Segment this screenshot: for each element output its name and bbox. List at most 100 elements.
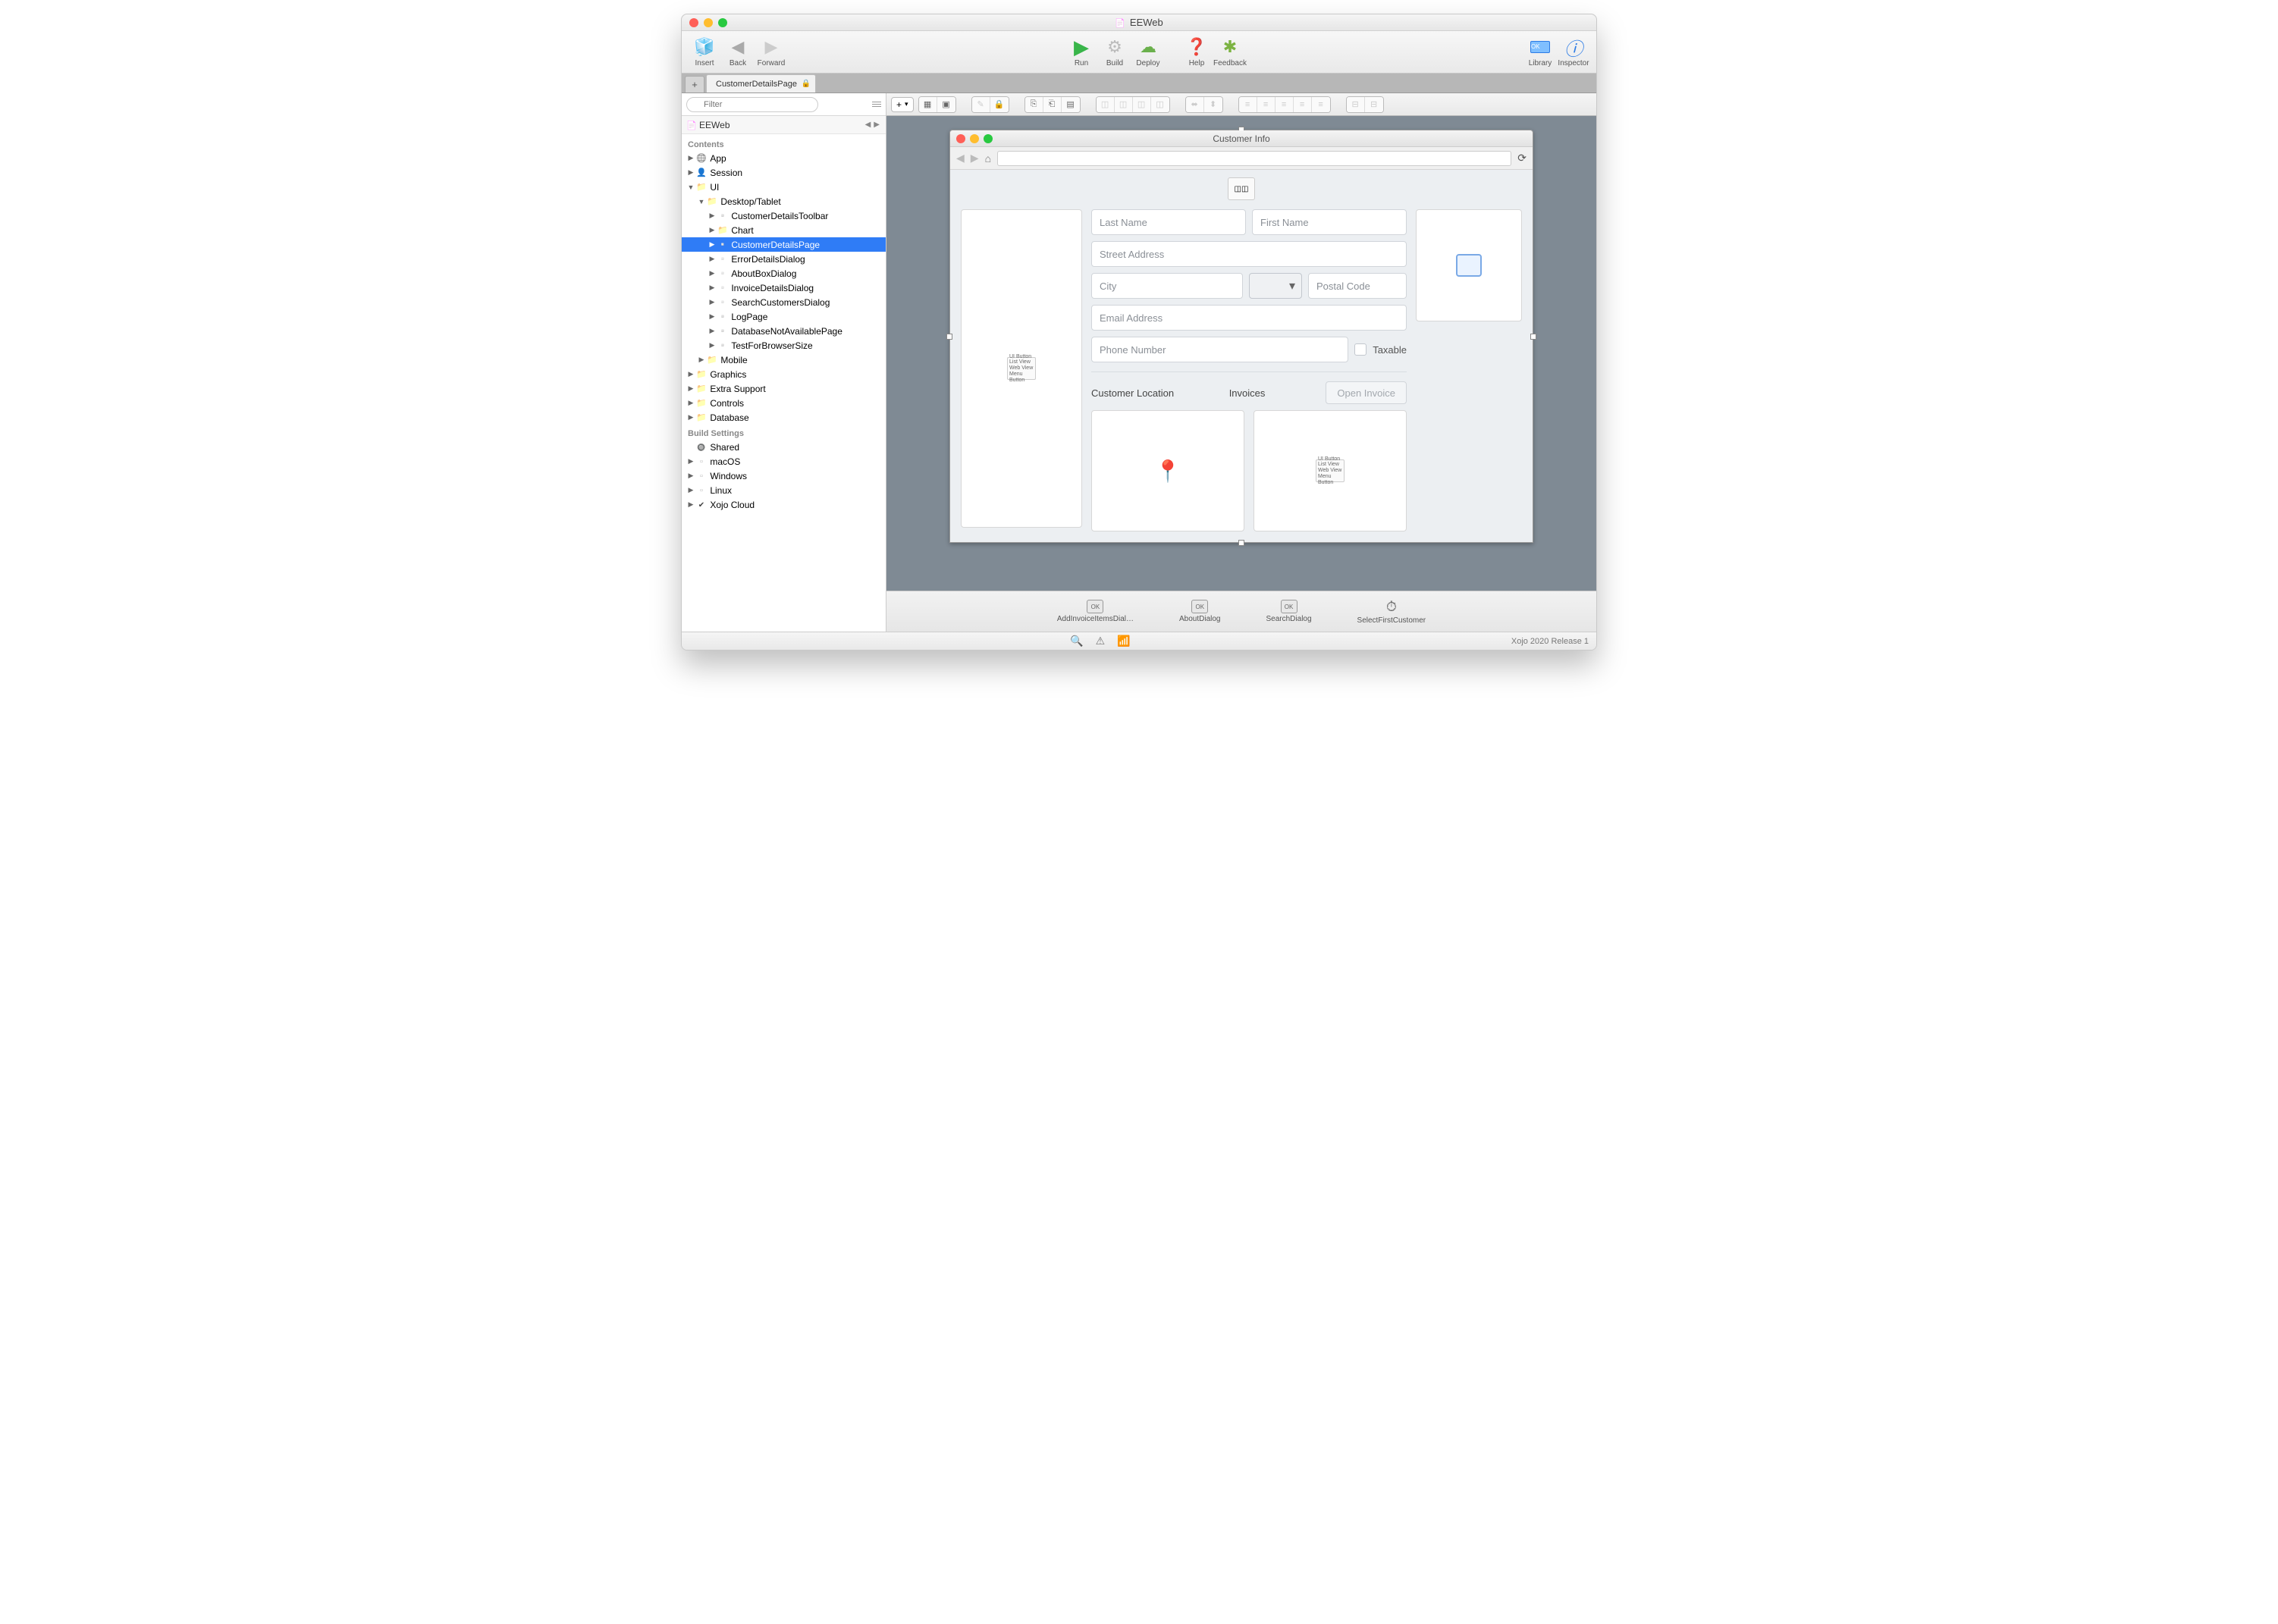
tree-item[interactable]: ▶ InvoiceDetailsDialog — [682, 281, 886, 295]
order-3[interactable]: ▤ — [1062, 97, 1080, 112]
maximize-icon — [984, 134, 993, 143]
titlebar: EEWeb — [682, 14, 1596, 31]
rss-icon[interactable]: 📶 — [1117, 635, 1130, 647]
filter-input[interactable] — [686, 97, 818, 112]
build-linux[interactable]: ▶ Linux — [682, 483, 886, 497]
forward-icon: ▶ — [971, 152, 979, 165]
selection-handle[interactable] — [1238, 540, 1244, 546]
run-button[interactable]: ▶Run — [1065, 33, 1098, 71]
lock-icon: 🔒 — [802, 80, 811, 88]
project-tree[interactable]: Contents ▶ App ▶ Session ▼ UI ▼ Desktop/… — [682, 134, 886, 632]
imagewell-icon — [1456, 254, 1482, 277]
view-mode-1[interactable]: ▦ — [919, 97, 937, 112]
feedback-button[interactable]: ✱Feedback — [1213, 33, 1247, 71]
url-field[interactable] — [997, 151, 1511, 166]
add-control-button[interactable]: + ▾ — [891, 97, 914, 112]
postal-field[interactable]: Postal Code — [1308, 273, 1407, 299]
image-well[interactable] — [1416, 209, 1522, 321]
align-3: ◫ — [1133, 97, 1151, 112]
window-title: EEWeb — [1115, 17, 1163, 28]
build-button[interactable]: ⚙Build — [1098, 33, 1131, 71]
tray-item[interactable]: OKAboutDialog — [1179, 600, 1220, 623]
tree-item-app[interactable]: ▶ App — [682, 151, 886, 165]
tray-item[interactable]: SelectFirstCustomer — [1357, 599, 1426, 625]
segmented-control[interactable]: ◫◫ — [1228, 177, 1255, 200]
build-windows[interactable]: ▶ Windows — [682, 469, 886, 483]
tree-item[interactable]: ▶ LogPage — [682, 309, 886, 324]
tree-item[interactable]: ▶ CustomerDetailsToolbar — [682, 208, 886, 223]
tree-item-ui[interactable]: ▼ UI — [682, 180, 886, 194]
sidebar-resize-handle[interactable] — [872, 99, 881, 110]
tab-customerdetailspage[interactable]: CustomerDetailsPage🔒 — [706, 74, 816, 92]
last-name-field[interactable]: Last Name — [1091, 209, 1246, 235]
insert-button[interactable]: 🧊Insert — [688, 33, 721, 71]
build-shared[interactable]: Shared — [682, 440, 886, 454]
invoices-box[interactable]: UI ButtonList ViewWeb ViewMenu Button — [1254, 410, 1407, 531]
map-box[interactable]: 📍 — [1091, 410, 1244, 531]
tree-item-mobile[interactable]: ▶ Mobile — [682, 353, 886, 367]
minimize-icon[interactable] — [704, 18, 713, 27]
back-button[interactable]: ◀Back — [721, 33, 755, 71]
tray-item[interactable]: OKAddInvoiceItemsDial… — [1057, 600, 1134, 623]
tree-item[interactable]: ▶ Chart — [682, 223, 886, 237]
space-2: ⊟ — [1365, 97, 1383, 112]
list-left[interactable]: UI ButtonList ViewWeb ViewMenu Button — [961, 209, 1082, 528]
view-mode-2[interactable]: ▣ — [937, 97, 955, 112]
open-invoice-button[interactable]: Open Invoice — [1326, 381, 1407, 404]
tray-item[interactable]: OKSearchDialog — [1266, 600, 1312, 623]
email-field[interactable]: Email Address — [1091, 305, 1407, 331]
tree-item[interactable]: ▶ TestForBrowserSize — [682, 338, 886, 353]
deploy-button[interactable]: ☁Deploy — [1131, 33, 1165, 71]
street-field[interactable]: Street Address — [1091, 241, 1407, 267]
close-icon[interactable] — [689, 18, 698, 27]
tree-item-extra[interactable]: ▶ Extra Support — [682, 381, 886, 396]
add-tab-button[interactable]: + — [685, 76, 704, 92]
selection-handle[interactable] — [1530, 334, 1536, 340]
build-cloud[interactable]: ▶ Xojo Cloud — [682, 497, 886, 512]
webpage-mock[interactable]: Customer Info ◀ ▶ ⌂ ⟳ ◫◫ UI ButtonList V… — [949, 130, 1533, 543]
maximize-icon[interactable] — [718, 18, 727, 27]
selection-handle[interactable] — [946, 334, 952, 340]
dialog-icon: OK — [1191, 600, 1208, 613]
close-icon — [956, 134, 965, 143]
tree-item-session[interactable]: ▶ Session — [682, 165, 886, 180]
order-1[interactable]: ⎘ — [1025, 97, 1043, 112]
timer-icon — [1386, 599, 1397, 615]
back-icon: ◀ — [956, 152, 965, 165]
home-icon: ⌂ — [985, 152, 991, 165]
warning-icon[interactable]: ⚠ — [1096, 635, 1106, 647]
tree-item[interactable]: ▶ SearchCustomersDialog — [682, 295, 886, 309]
control-tray: OKAddInvoiceItemsDial… OKAboutDialog OKS… — [886, 591, 1596, 632]
order-2[interactable]: ⎗ — [1043, 97, 1062, 112]
nav-header: EEWeb ◀ ▶ — [682, 116, 886, 134]
taxable-checkbox[interactable]: Taxable — [1354, 337, 1407, 362]
section-build: Build Settings — [682, 425, 886, 440]
nav-fwd-icon[interactable]: ▶ — [872, 121, 881, 129]
search-icon[interactable]: 🔍 — [1070, 635, 1083, 647]
checkbox-icon — [1354, 343, 1366, 356]
tree-item[interactable]: ▶ AboutBoxDialog — [682, 266, 886, 281]
nav-back-icon[interactable]: ◀ — [864, 121, 873, 129]
library-button[interactable]: OKLibrary — [1523, 33, 1557, 71]
tree-item-selected[interactable]: ▶ CustomerDetailsPage — [682, 237, 886, 252]
lock-button: 🔒 — [990, 97, 1009, 112]
state-select[interactable]: ▾ — [1249, 273, 1302, 299]
size-1: ⬌ — [1186, 97, 1204, 112]
forward-button[interactable]: ▶Forward — [755, 33, 788, 71]
help-button[interactable]: ❓Help — [1180, 33, 1213, 71]
document-icon — [1115, 17, 1125, 28]
build-macos[interactable]: ▶ macOS — [682, 454, 886, 469]
tree-item-database[interactable]: ▶ Database — [682, 410, 886, 425]
inspector-button[interactable]: ⓘInspector — [1557, 33, 1590, 71]
first-name-field[interactable]: First Name — [1252, 209, 1407, 235]
tree-item[interactable]: ▶ DatabaseNotAvailablePage — [682, 324, 886, 338]
tree-item[interactable]: ▶ ErrorDetailsDialog — [682, 252, 886, 266]
tree-item-desktop[interactable]: ▼ Desktop/Tablet — [682, 194, 886, 208]
canvas[interactable]: Customer Info ◀ ▶ ⌂ ⟳ ◫◫ UI ButtonList V… — [886, 116, 1596, 591]
phone-field[interactable]: Phone Number — [1091, 337, 1348, 362]
editor-area: + ▾ ▦▣ ✎🔒 ⎘⎗▤ ◫◫◫◫ ⬌⬍ ≡≡≡≡≡ ⊟⊟ — [886, 93, 1596, 632]
city-field[interactable]: City — [1091, 273, 1243, 299]
edit-button: ✎ — [972, 97, 990, 112]
tree-item-controls[interactable]: ▶ Controls — [682, 396, 886, 410]
tree-item-graphics[interactable]: ▶ Graphics — [682, 367, 886, 381]
